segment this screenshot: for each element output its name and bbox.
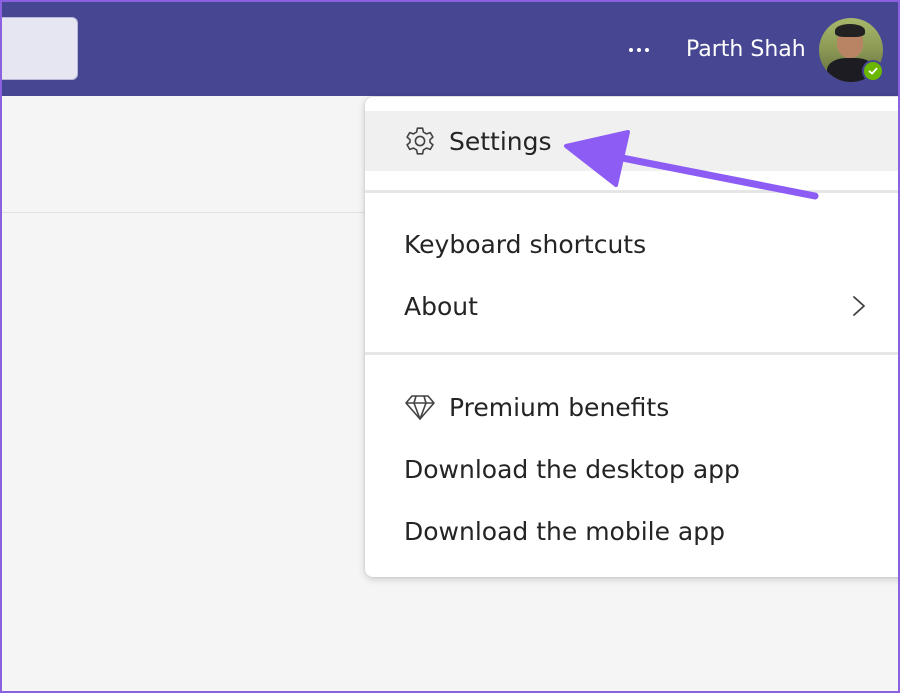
arrow-annotation [564, 130, 819, 200]
menu-item-label: Premium benefits [449, 392, 670, 422]
menu-item-label: Download the desktop app [404, 454, 740, 484]
menu-item-label: Download the mobile app [404, 516, 725, 546]
diamond-icon [403, 390, 437, 424]
menu-item-label: Settings [449, 126, 552, 156]
menu-item-label: Keyboard shortcuts [404, 229, 647, 259]
chevron-right-icon [853, 296, 865, 316]
menu-divider [365, 352, 900, 355]
checkmark-icon [868, 67, 878, 75]
status-badge [862, 60, 884, 82]
menu-item-premium-benefits[interactable]: Premium benefits [365, 377, 900, 437]
user-name[interactable]: Parth Shah [686, 36, 806, 64]
title-bar: Parth Shah [0, 0, 900, 96]
more-options-button[interactable] [620, 32, 658, 68]
menu-item-label: About [404, 291, 478, 321]
menu-item-download-mobile[interactable]: Download the mobile app [365, 501, 900, 561]
menu-item-keyboard-shortcuts[interactable]: Keyboard shortcuts [365, 214, 900, 274]
menu-item-about[interactable]: About [365, 276, 900, 336]
gear-icon [403, 124, 437, 158]
menu-item-download-desktop[interactable]: Download the desktop app [365, 439, 900, 499]
search-input[interactable] [0, 17, 78, 80]
more-horizontal-icon [629, 48, 633, 52]
